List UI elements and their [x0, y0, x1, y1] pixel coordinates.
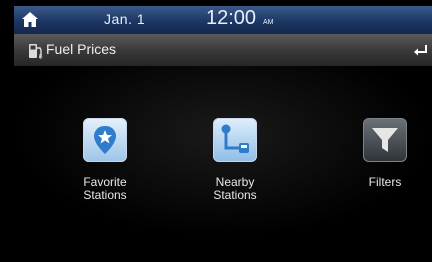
title-bar: $ Fuel Prices: [14, 34, 432, 67]
favorite-stations-label: Favorite Stations: [83, 175, 127, 202]
menu-area: Favorite Stations Nearby Stations Filter…: [14, 66, 432, 238]
back-icon[interactable]: [412, 42, 430, 58]
fuel-pump-icon: $: [29, 44, 43, 60]
head-unit-screen: Jan. 1 12:00 AM $ Fuel Prices Favorite S…: [0, 0, 432, 262]
filters-label: Filters: [368, 175, 402, 189]
nearby-stations-button[interactable]: Nearby Stations: [180, 118, 290, 202]
status-bar: Jan. 1 12:00 AM: [14, 6, 432, 34]
favorite-stations-button[interactable]: Favorite Stations: [50, 118, 160, 202]
status-time: 12:00: [206, 7, 257, 29]
home-icon[interactable]: [20, 10, 40, 30]
status-date: Jan. 1: [104, 11, 146, 27]
page-title: Fuel Prices: [46, 41, 117, 57]
status-ampm: AM: [263, 19, 274, 26]
nearby-stations-label: Nearby Stations: [213, 175, 257, 202]
filter-icon: [363, 118, 407, 162]
filters-button[interactable]: Filters: [330, 118, 432, 189]
nearby-stations-icon: [213, 118, 257, 162]
favorite-station-icon: [83, 118, 127, 162]
svg-text:$: $: [39, 55, 43, 60]
